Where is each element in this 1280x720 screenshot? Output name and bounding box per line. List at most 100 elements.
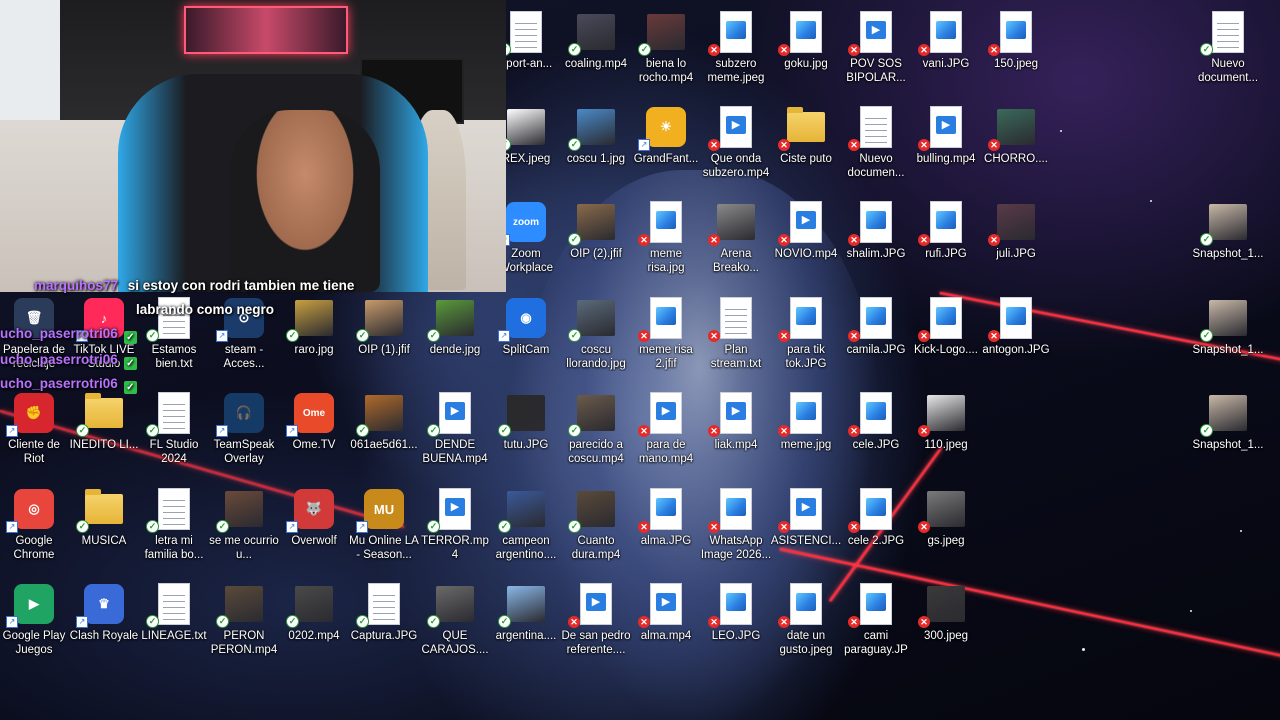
desktop-icon[interactable]: ✓ tutu.JPG [492,391,560,483]
play-glyph [650,583,682,625]
desktop-icon[interactable]: ✕ alma.JPG [632,487,700,579]
desktop-icon[interactable]: ✕ bulling.mp4 [912,105,980,197]
desktop-icon[interactable]: ✓ argentina.... [492,582,560,674]
desktop-icon[interactable]: ✕ Plan stream.txt [702,296,770,388]
app-shortcut-icon: ✊ ↗ [6,391,54,437]
play-glyph [580,583,612,625]
desktop-icon[interactable]: ✓ PERON PERON.mp4 [210,582,278,674]
desktop-icon[interactable]: ✓ Cuanto dura.mp4 [562,487,630,579]
desktop-icon[interactable]: ▶ ↗ Google Play Juegos [0,582,68,674]
desktop-icon[interactable]: ✕ De san pedro referente.... [561,582,631,674]
photo-thumbnail-icon: ✕ [988,105,1036,151]
desktop-icon[interactable]: ☀ ↗ GrandFant... [632,105,700,197]
image-glyph [720,488,752,530]
desktop-icon[interactable]: ✕ 110.jpeg [912,391,980,483]
app-glyph: 🐺 [294,489,334,529]
desktop-icon[interactable]: ♛ ↗ Clash Royale [70,582,138,674]
desktop-icon[interactable]: ✓ raro.jpg [280,296,348,388]
desktop-icon[interactable]: ✓ QUE CARAJOS.... [421,582,489,674]
image-file-icon: ✕ [918,200,966,246]
desktop-icon[interactable]: ✕ shalim.JPG [842,200,910,292]
desktop-icon[interactable]: ✕ Kick-Logo.... [912,296,980,388]
desktop-icon[interactable]: ✕ NOVIO.mp4 [772,200,840,292]
desktop-icon[interactable]: ✊ ↗ Cliente de Riot [0,391,68,483]
desktop-icon[interactable]: ✓ dende.jpg [421,296,489,388]
desktop-icon[interactable]: ✓ campeon argentino.... [492,487,560,579]
desktop-icon[interactable]: ✕ camila.JPG [842,296,910,388]
desktop-icon[interactable]: ✓ 0202.mp4 [280,582,348,674]
desktop-icon[interactable]: ◉ ↗ SplitCam [492,296,560,388]
desktop-icon[interactable]: ✓ OIP (2).jfif [562,200,630,292]
desktop-icon[interactable]: ◎ ↗ Google Chrome [0,487,68,579]
desktop-icon[interactable]: ✓ Captura.JPG [350,582,418,674]
desktop-icon[interactable]: ✕ para tik tok.JPG [772,296,840,388]
desktop-icon[interactable]: ✓ INEDITO LI... [70,391,138,483]
desktop-icon-label: campeon argentino.... [495,535,557,561]
desktop-icon[interactable]: ✕ LEO.JPG [702,582,770,674]
sync-error-icon: ✕ [778,44,790,56]
desktop-icon[interactable]: ✕ CHORRO.... [982,105,1050,197]
desktop-icon[interactable]: 🐺 ↗ Overwolf [280,487,348,579]
desktop-icon[interactable]: ✕ meme.jpg [772,391,840,483]
desktop-icon[interactable]: ✓ coaling.mp4 [562,10,630,102]
desktop-icon[interactable]: ✓ 061ae5d61... [350,391,418,483]
desktop-icon[interactable]: ✓ coscu llorando.jpg [562,296,630,388]
photo-thumbnail-icon: ✓ [498,391,546,437]
desktop-icon[interactable]: ✓ coscu 1.jpg [562,105,630,197]
desktop-icon[interactable]: ✓ Snapshot_1... [1193,200,1263,292]
desktop-icon[interactable]: ✕ Que onda subzero.mp4 [702,105,770,197]
desktop-icon[interactable]: MU ↗ Mu Online LA - Season... [349,487,419,579]
desktop-icon[interactable]: ✕ Arena Breako... [702,200,770,292]
desktop-icon[interactable]: ✕ WhatsApp Image 2026... [701,487,771,579]
desktop-icon[interactable]: ✕ antogon.JPG [982,296,1050,388]
desktop-icon[interactable]: ✕ POV SOS BIPOLAR... [842,10,910,102]
desktop-icon[interactable]: ✕ date un gusto.jpeg [772,582,840,674]
video-file-icon: ✕ [778,487,826,533]
sync-ok-icon: ✓ [568,520,581,533]
desktop-icon[interactable]: ✕ gs.jpeg [912,487,980,579]
desktop-icon[interactable]: ✓ letra mi familia bo... [140,487,208,579]
desktop-icon[interactable]: ✕ cele 2.JPG [842,487,910,579]
desktop-icon[interactable]: ✕ meme risa.jpg [632,200,700,292]
desktop-icon[interactable]: ✕ Ciste puto [772,105,840,197]
sync-ok-icon: ✓ [498,424,511,437]
desktop-icon[interactable]: ✕ meme risa 2.jfif [632,296,700,388]
desktop-icon[interactable]: ✕ vani.JPG [912,10,980,102]
desktop-icon[interactable]: 🎧 ↗ TeamSpeak Overlay [210,391,278,483]
desktop-icon[interactable]: ✕ alma.mp4 [632,582,700,674]
desktop-icon[interactable]: ✕ para de mano.mp4 [632,391,700,483]
desktop-icon[interactable]: ✓ Snapshot_1... [1193,391,1263,483]
desktop-icon[interactable]: ✕ liak.mp4 [702,391,770,483]
sync-error-icon: ✕ [708,616,720,628]
text-file-icon: ✕ [848,105,896,151]
desktop-icon-label: ASISTENCI... [770,535,842,547]
desktop-icon[interactable]: ✓ Snapshot_1... [1193,296,1263,388]
desktop-icon[interactable]: ✓ biena lo rocho.mp4 [632,10,700,102]
desktop-icon[interactable]: ✓ LINEAGE.txt [140,582,208,674]
desktop-icon[interactable]: ✓ FL Studio 2024 [140,391,208,483]
desktop-icon[interactable]: Ome ↗ Ome.TV [280,391,348,483]
photo-thumbnail-icon: ✕ [988,200,1036,246]
desktop-icon[interactable]: ✕ cami paraguay.JPG [842,582,910,674]
desktop-icon[interactable]: ✓ DENDE BUENA.mp4 [421,391,489,483]
desktop-icon[interactable]: ✕ 300.jpeg [912,582,980,674]
shortcut-arrow-icon: ↗ [356,521,368,533]
sync-ok-icon: ✓ [427,424,440,437]
desktop-icon[interactable]: ✕ subzero meme.jpeg [702,10,770,102]
desktop-icon[interactable]: ✓ TERROR.mp4 [421,487,489,579]
desktop-icon[interactable]: ✓ MUSICA [70,487,138,579]
desktop-icon-label: tutu.JPG [503,439,549,451]
desktop-icon[interactable]: ✕ cele.JPG [842,391,910,483]
desktop-icon[interactable]: ✕ ASISTENCI... [770,487,842,579]
desktop-icon[interactable]: ✕ goku.jpg [772,10,840,102]
folder-glyph [787,107,825,142]
desktop-icon[interactable]: ✕ 150.jpeg [982,10,1050,102]
desktop-icon[interactable]: ✓ OIP (1).jfif [350,296,418,388]
desktop-icon[interactable]: ✕ juli.JPG [982,200,1050,292]
desktop-icon-label: INEDITO LI... [69,439,139,451]
desktop-icon[interactable]: ✕ rufi.JPG [912,200,980,292]
desktop-icon[interactable]: ✓ Nuevo document... [1194,10,1262,102]
desktop-icon[interactable]: ✓ se me ocurrio u... [209,487,279,579]
desktop-icon[interactable]: ✕ Nuevo documen... [842,105,910,197]
desktop-icon[interactable]: ✓ parecido a coscu.mp4 [562,391,630,483]
